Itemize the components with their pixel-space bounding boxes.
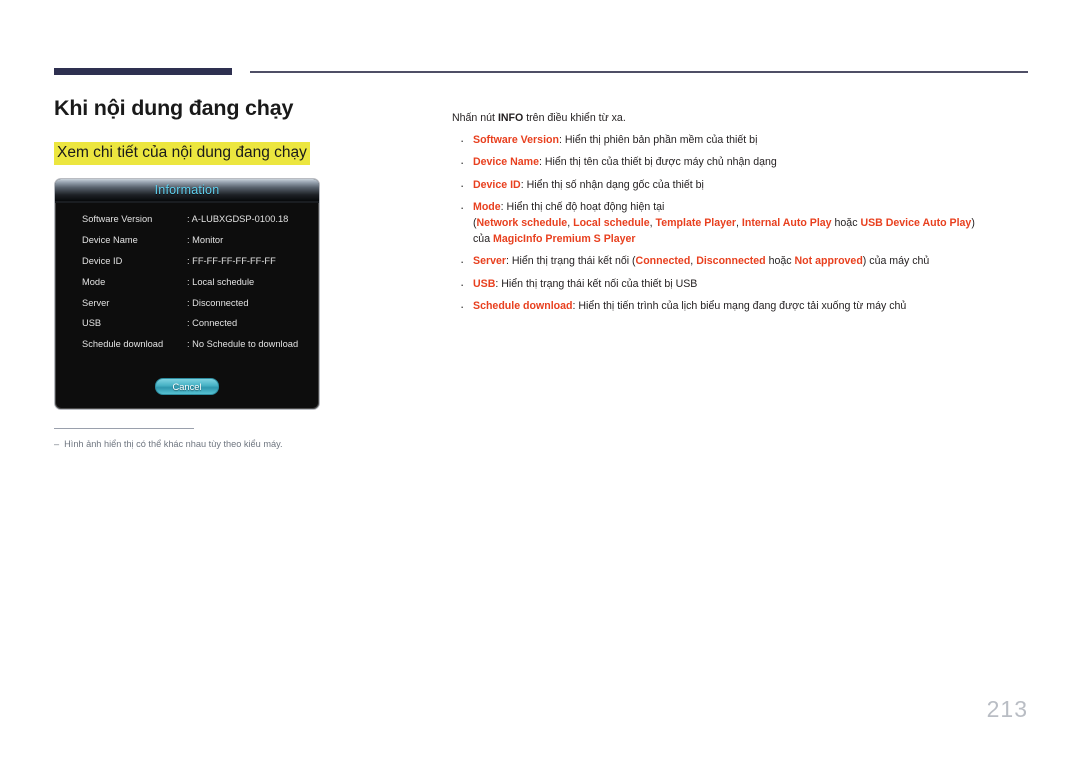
sep: hoặc	[765, 255, 795, 268]
header-rules	[54, 66, 1028, 76]
term-usb: USB	[473, 277, 496, 290]
option-usb-device-auto-play: USB Device Auto Play	[860, 217, 972, 230]
term-server: Server	[473, 255, 506, 268]
table-row: Device Name : Monitor	[55, 235, 319, 246]
mode-player-line: của MagicInfo Premium S Player	[473, 232, 1032, 248]
list-item: Server: Hiển thị trạng thái kết nối (Con…	[452, 253, 1032, 271]
row-value: : FF-FF-FF-FF-FF-FF	[187, 256, 276, 267]
feature-list: Software Version: Hiển thị phiên bản phầ…	[452, 132, 1032, 316]
list-item: USB: Hiển thị trạng thái kết nối của thi…	[452, 276, 1032, 294]
row-label: Schedule download	[82, 339, 164, 350]
table-row: Device ID : FF-FF-FF-FF-FF-FF	[55, 256, 319, 267]
option-internal-auto-play: Internal Auto Play	[741, 217, 832, 230]
row-label: Mode	[82, 276, 106, 287]
row-label: Device ID	[82, 256, 123, 267]
option-magicinfo-premium-s-player: MagicInfo Premium S Player	[493, 232, 636, 245]
right-column: Nhấn nút INFO trên điều khiển từ xa. Sof…	[452, 100, 1032, 321]
table-row: Mode : Local schedule	[55, 276, 319, 287]
option-network-schedule: Network schedule	[476, 217, 568, 230]
table-row: Software Version : A-LUBXGDSP-0100.18	[55, 214, 319, 225]
row-label: Software Version	[82, 214, 153, 225]
term-device-id: Device ID	[473, 178, 521, 191]
table-row: Server : Disconnected	[55, 297, 319, 308]
table-row: Schedule download : No Schedule to downl…	[55, 339, 319, 350]
row-value: : Monitor	[187, 235, 224, 246]
desc: : Hiển thị phiên bản phần mềm của thiết …	[558, 133, 758, 146]
term-mode: Mode	[473, 201, 501, 214]
info-button-keyword: INFO	[497, 111, 524, 124]
list-item: Software Version: Hiển thị phiên bản phầ…	[452, 132, 1032, 150]
footnote-text: Hình ảnh hiển thị có thể khác nhau tùy t…	[64, 439, 283, 449]
option-local-schedule: Local schedule	[573, 217, 650, 230]
status-disconnected: Disconnected	[696, 255, 766, 268]
dialog-body: Software Version : A-LUBXGDSP-0100.18 De…	[55, 201, 319, 409]
row-value: : Local schedule	[187, 276, 255, 287]
term-schedule-download: Schedule download	[473, 300, 573, 313]
left-column: Khi nội dung đang chạy Xem chi tiết của …	[54, 95, 424, 411]
desc: : Hiển thị tiến trình của lịch biểu mạng…	[572, 300, 907, 313]
footnote-divider	[54, 428, 194, 429]
desc: : Hiển thị tên của thiết bị được máy chủ…	[538, 156, 777, 169]
of-label: của	[473, 232, 494, 245]
status-connected: Connected	[635, 255, 691, 268]
header-rule-thick	[54, 68, 232, 75]
desc: : Hiển thị trạng thái kết nối của thiết …	[495, 277, 698, 290]
intro-after: trên điều khiển từ xa.	[523, 111, 626, 124]
row-value: : No Schedule to download	[187, 339, 299, 350]
row-label: Server	[82, 297, 110, 308]
list-item: Device ID: Hiển thị số nhận dạng gốc của…	[452, 177, 1032, 195]
footnote-block: ‒ Hình ảnh hiển thị có thể khác nhau tùy…	[54, 428, 384, 451]
term-device-name: Device Name	[473, 156, 539, 169]
cancel-button[interactable]: Cancel	[155, 378, 219, 396]
dialog-footer: Cancel	[55, 378, 319, 396]
term-software-version: Software Version	[473, 133, 559, 146]
intro-text: Nhấn nút INFO trên điều khiển từ xa.	[452, 111, 1032, 126]
list-item: Mode: Hiển thị chế độ hoạt động hiện tại…	[452, 199, 1032, 248]
dialog-titlebar: Information	[55, 179, 319, 204]
footnote-dash: ‒	[54, 439, 60, 449]
row-value: : A-LUBXGDSP-0100.18	[187, 214, 289, 225]
row-value: : Connected	[187, 318, 238, 329]
row-label: USB	[82, 318, 102, 329]
desc-before: : Hiển thị trạng thái kết nối (	[506, 255, 636, 268]
row-label: Device Name	[82, 235, 138, 246]
desc: : Hiển thị số nhận dạng gốc của thiết bị	[520, 178, 704, 191]
page-title: Khi nội dung đang chạy	[54, 96, 294, 120]
intro-before: Nhấn nút	[452, 111, 498, 124]
status-not-approved: Not approved	[794, 255, 863, 268]
list-item: Schedule download: Hiển thị tiến trình c…	[452, 298, 1032, 316]
option-template-player: Template Player	[655, 217, 737, 230]
section-subheading: Xem chi tiết của nội dung đang chạy	[54, 141, 310, 166]
table-row: USB : Connected	[55, 318, 319, 329]
information-dialog: Information Software Version : A-LUBXGDS…	[54, 178, 320, 411]
desc: : Hiển thị chế độ hoạt động hiện tại	[500, 201, 665, 214]
list-item: Device Name: Hiển thị tên của thiết bị đ…	[452, 154, 1032, 172]
row-value: : Disconnected	[187, 297, 249, 308]
page-number: 213	[986, 696, 1028, 722]
dialog-title: Information	[154, 183, 220, 198]
footnote: ‒ Hình ảnh hiển thị có thể khác nhau tùy…	[54, 438, 384, 451]
paren-close: )	[971, 217, 975, 230]
sep: hoặc	[831, 217, 861, 230]
mode-options-line: (Network schedule, Local schedule, Templ…	[473, 216, 1032, 232]
desc-after: ) của máy chủ	[862, 255, 930, 268]
header-rule-thin	[250, 71, 1028, 73]
